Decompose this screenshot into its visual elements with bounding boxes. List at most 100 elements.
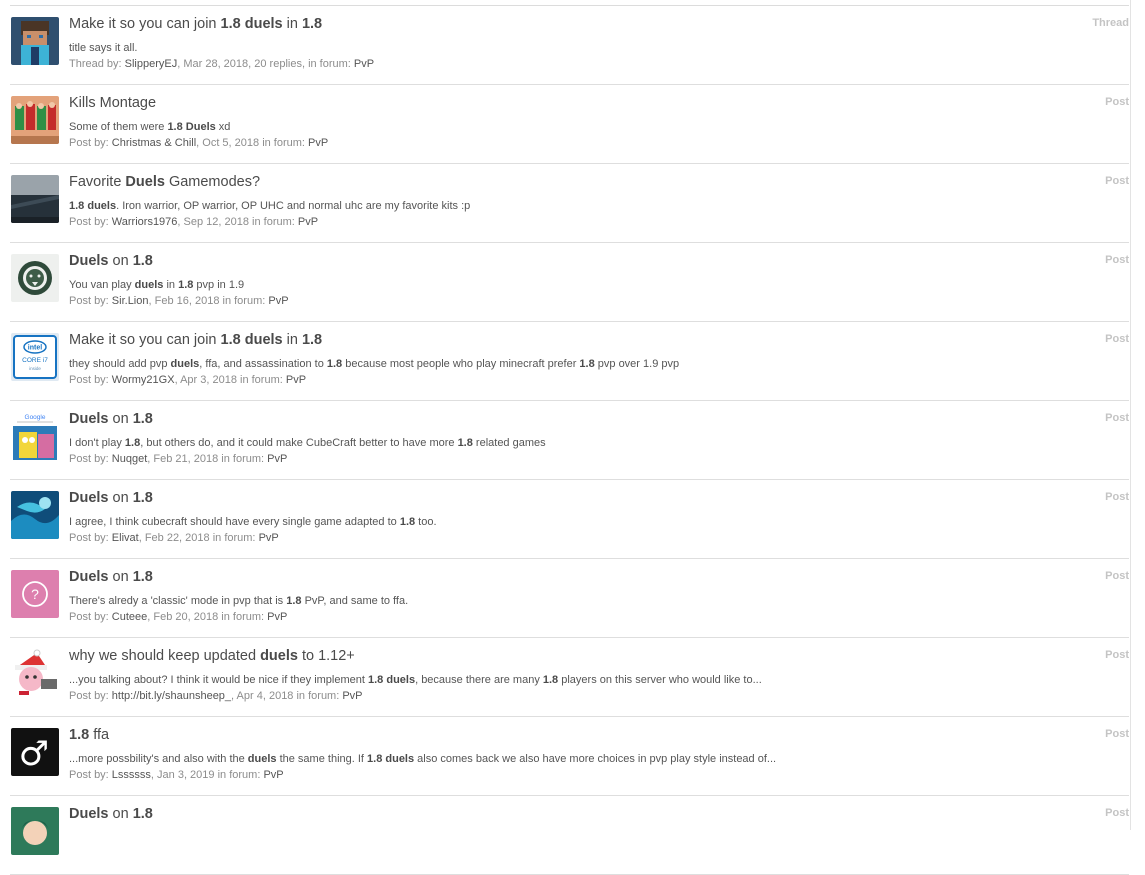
lion-emblem-avatar[interactable] bbox=[11, 254, 59, 302]
text-segment: ...more possbility's and also with the bbox=[69, 753, 248, 765]
question-mark-avatar[interactable]: ? bbox=[11, 570, 59, 618]
result-snippet: You van play duels in 1.8 pvp in 1.9 bbox=[69, 279, 244, 291]
text-segment: Kills Montage bbox=[69, 95, 157, 111]
result-snippet: Some of them were 1.8 Duels xd bbox=[69, 121, 230, 133]
text-segment: they should add pvp bbox=[69, 358, 171, 370]
text-segment: also comes back we also have more choice… bbox=[414, 753, 777, 765]
text-segment: Favorite bbox=[69, 174, 126, 190]
result-title-link[interactable]: Make it so you can join 1.8 duels in 1.8 bbox=[69, 16, 322, 32]
text-segment: pvp in 1.9 bbox=[193, 279, 245, 291]
content-type-label: Post bbox=[1105, 333, 1129, 345]
text-segment: Some of them were bbox=[69, 121, 168, 133]
google-spongebob-avatar[interactable]: Google bbox=[11, 412, 59, 460]
highlighted-term: 1.8 bbox=[220, 16, 241, 32]
result-snippet: title says it all. bbox=[69, 42, 137, 54]
highlighted-term: 1.8 bbox=[132, 569, 153, 585]
highlighted-term: 1.8 bbox=[579, 358, 595, 370]
content-type-label: Post bbox=[1105, 491, 1129, 503]
result-title-link[interactable]: Duels on 1.8 bbox=[69, 490, 153, 506]
content-type-label: Post bbox=[1105, 649, 1129, 661]
result-snippet: they should add pvp duels, ffa, and assa… bbox=[69, 358, 679, 370]
santa-kirby-avatar[interactable] bbox=[11, 649, 59, 697]
author-link[interactable]: Cuteee bbox=[112, 611, 147, 623]
forum-link[interactable]: PvP bbox=[267, 611, 287, 623]
result-title-link[interactable]: Duels on 1.8 bbox=[69, 253, 153, 269]
author-link[interactable]: SlipperyEJ bbox=[125, 58, 178, 70]
content-type-label: Post bbox=[1105, 570, 1129, 582]
highlighted-term: duels bbox=[247, 753, 277, 765]
result-title-link[interactable]: Make it so you can join 1.8 duels in 1.8 bbox=[69, 332, 322, 348]
meta-prefix: Post by: bbox=[69, 532, 112, 544]
author-link[interactable]: Elivat bbox=[112, 532, 139, 544]
highlighted-term: duels bbox=[244, 332, 283, 348]
text-segment: You van play bbox=[69, 279, 135, 291]
ocean-art-avatar[interactable] bbox=[11, 491, 59, 539]
result-title-link[interactable]: Favorite Duels Gamemodes? bbox=[69, 174, 260, 190]
highlighted-term: 1.8 bbox=[124, 437, 141, 449]
meta-date-info: , Apr 3, 2018 in forum: bbox=[174, 374, 286, 386]
search-result-item: Favorite Duels Gamemodes? 1.8 duels. Iron… bbox=[10, 164, 1129, 243]
highlighted-term: 1.8 bbox=[457, 437, 473, 449]
meta-date-info: , Feb 20, 2018 in forum: bbox=[147, 611, 268, 623]
search-results-list: Make it so you can join 1.8 duels in 1.8… bbox=[10, 6, 1129, 875]
forum-link[interactable]: PvP bbox=[259, 532, 279, 544]
content-type-label: Post bbox=[1105, 254, 1129, 266]
meta-prefix: Post by: bbox=[69, 611, 112, 623]
meta-prefix: Post by: bbox=[69, 769, 112, 781]
sea-landscape-avatar[interactable] bbox=[11, 175, 59, 223]
author-link[interactable]: Wormy21GX bbox=[112, 374, 175, 386]
forum-link[interactable]: PvP bbox=[267, 453, 287, 465]
result-meta: Post by: Elivat, Feb 22, 2018 in forum: … bbox=[69, 532, 279, 544]
author-link[interactable]: http://bit.ly/shaunsheep_ bbox=[112, 690, 231, 702]
highlighted-term: 1.8 duels bbox=[367, 753, 415, 765]
author-link[interactable]: Sir.Lion bbox=[112, 295, 149, 307]
search-result-item: why we should keep updated duels to 1.12… bbox=[10, 638, 1129, 717]
text-segment: , but others do, and it could make CubeC… bbox=[140, 437, 458, 449]
author-link[interactable]: Lssssss bbox=[112, 769, 151, 781]
minecraft-skin-avatar[interactable] bbox=[11, 17, 59, 65]
forum-link[interactable]: PvP bbox=[308, 137, 328, 149]
forum-link[interactable]: PvP bbox=[268, 295, 288, 307]
result-meta: Thread by: SlipperyEJ, Mar 28, 2018, 20 … bbox=[69, 58, 374, 70]
forum-link[interactable]: PvP bbox=[298, 216, 318, 228]
result-snippet: There's alredy a 'classic' mode in pvp t… bbox=[69, 595, 408, 607]
result-title-link[interactable]: Duels on 1.8 bbox=[69, 569, 153, 585]
author-link[interactable]: Christmas & Chill bbox=[112, 137, 196, 149]
text-segment: on bbox=[108, 569, 133, 585]
forum-link[interactable]: PvP bbox=[342, 690, 362, 702]
meta-date-info: , Oct 5, 2018 in forum: bbox=[196, 137, 309, 149]
highlighted-term: duels bbox=[260, 648, 298, 664]
author-link[interactable]: Warriors1976 bbox=[112, 216, 178, 228]
text-segment: I agree, I think cubecraft should have e… bbox=[69, 516, 400, 528]
text-segment: There's alredy a 'classic' mode in pvp t… bbox=[69, 595, 287, 607]
christmas-group-avatar[interactable] bbox=[11, 96, 59, 144]
result-title-link[interactable]: Kills Montage bbox=[69, 95, 156, 111]
result-title-link[interactable]: Duels on 1.8 bbox=[69, 411, 153, 427]
meta-date-info: , Jan 3, 2019 in forum: bbox=[150, 769, 264, 781]
highlighted-term: duels bbox=[244, 16, 283, 32]
text-segment: on bbox=[108, 411, 133, 427]
result-title-link[interactable]: Duels on 1.8 bbox=[69, 806, 153, 822]
forum-link[interactable]: PvP bbox=[354, 58, 374, 70]
result-meta: Post by: Christmas & Chill, Oct 5, 2018 … bbox=[69, 137, 328, 149]
content-type-label: Thread bbox=[1092, 17, 1129, 29]
forum-link[interactable]: PvP bbox=[286, 374, 306, 386]
highlighted-term: 1.8 duels bbox=[69, 200, 117, 212]
male-symbol-avatar[interactable]: ♂ bbox=[11, 728, 59, 776]
anime-character-avatar[interactable] bbox=[11, 807, 59, 855]
result-title-link[interactable]: why we should keep updated duels to 1.12… bbox=[69, 648, 355, 664]
result-title-link[interactable]: 1.8 ffa bbox=[69, 727, 109, 743]
text-segment: ...you talking about? I think it would b… bbox=[69, 674, 368, 686]
text-segment: on bbox=[108, 806, 133, 822]
forum-link[interactable]: PvP bbox=[263, 769, 283, 781]
intel-core-i7-avatar[interactable]: intel CORE i7 inside bbox=[11, 333, 59, 381]
text-segment: I don't play bbox=[69, 437, 125, 449]
highlighted-term: 1.8 bbox=[399, 516, 416, 528]
highlighted-term: 1.8 bbox=[301, 332, 323, 348]
result-meta: Post by: Wormy21GX, Apr 3, 2018 in forum… bbox=[69, 374, 306, 386]
author-link[interactable]: Nuqget bbox=[112, 453, 147, 465]
result-meta: Post by: Nuqget, Feb 21, 2018 in forum: … bbox=[69, 453, 287, 465]
meta-date-info: , Feb 22, 2018 in forum: bbox=[138, 532, 259, 544]
content-type-label: Post bbox=[1105, 96, 1129, 108]
text-segment: , because there are many bbox=[415, 674, 543, 686]
